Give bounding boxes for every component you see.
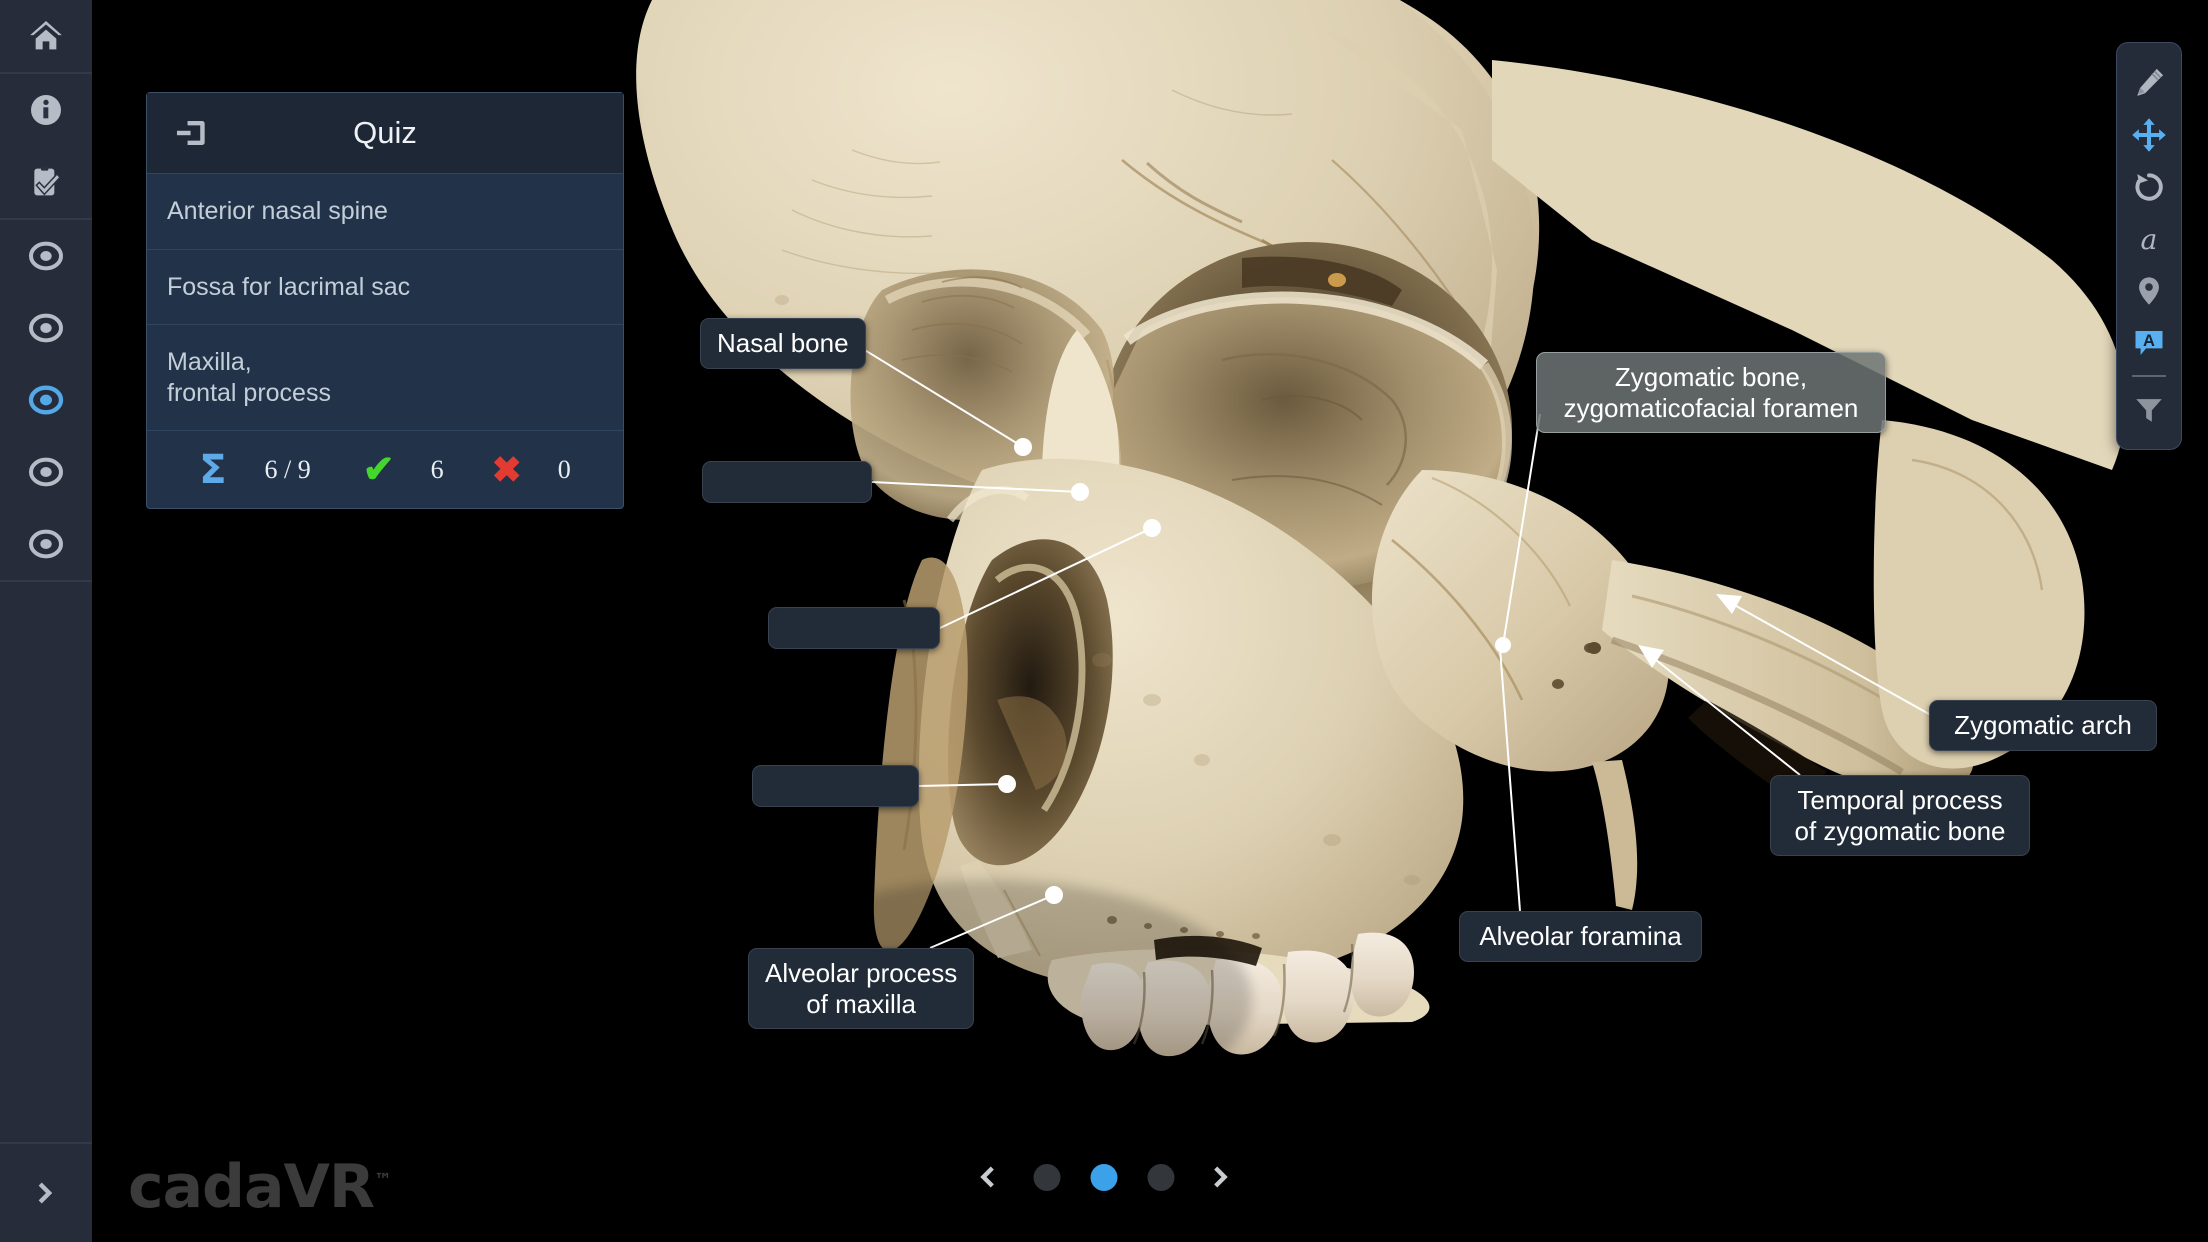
anatomy-label-nasal-bone[interactable]: Nasal bone [700, 318, 866, 369]
app-logo-text: cadaVR [128, 1152, 375, 1222]
pagination-dot[interactable] [1033, 1163, 1061, 1191]
sidebar-item-layer-5[interactable] [0, 508, 92, 580]
sidebar-item-layer-1[interactable] [0, 220, 92, 292]
sidebar-group-info [0, 74, 92, 220]
right-toolbar: a A [2116, 42, 2182, 450]
pagination-dot[interactable] [1147, 1163, 1175, 1191]
wrong-count: 0 [557, 454, 571, 484]
app-logo: cadaVR™ [128, 1152, 392, 1222]
location-pin-icon [2139, 277, 2159, 305]
sidebar-group-home [0, 0, 92, 74]
toolbar-divider [2132, 375, 2166, 377]
radio-circle-icon [29, 457, 63, 487]
sidebar-item-layer-3[interactable] [0, 364, 92, 436]
rotate-icon [2135, 173, 2163, 201]
quiz-item[interactable]: Anterior nasal spine [147, 173, 623, 249]
exit-icon[interactable] [173, 114, 211, 152]
total-sigma-icon: Σ [199, 446, 227, 493]
toolbar-move-button[interactable] [2117, 109, 2181, 161]
quiz-panel: Quiz Anterior nasal spine Fossa for lacr… [146, 92, 624, 509]
toolbar-italic-a-button[interactable]: a [2117, 213, 2181, 265]
toolbar-label-button[interactable]: A [2117, 317, 2181, 369]
quiz-item[interactable]: Fossa for lacrimal sac [147, 248, 623, 325]
chevron-right-icon[interactable] [1205, 1160, 1239, 1194]
quiz-panel-header: Quiz [147, 93, 623, 173]
correct-count: 6 [430, 454, 444, 484]
sidebar-item-layer-2[interactable] [0, 292, 92, 364]
sidebar-expand-button[interactable] [0, 1142, 92, 1242]
quiz-title: Quiz [353, 115, 417, 150]
chevron-left-icon[interactable] [970, 1160, 1004, 1194]
radio-circle-icon [29, 529, 63, 559]
anatomy-label-alveolar-process[interactable]: Alveolar process of maxilla [748, 948, 975, 1030]
anatomy-label-empty-3[interactable] [752, 765, 919, 807]
toolbar-pencil-button[interactable] [2117, 57, 2181, 109]
quiz-item[interactable]: Maxilla, frontal process [147, 324, 623, 430]
toolbar-filter-button[interactable] [2117, 383, 2181, 435]
italic-a-icon: a [2141, 223, 2158, 256]
chevron-right-icon [38, 1182, 53, 1204]
sidebar-item-info[interactable] [0, 74, 92, 146]
clipboard-check-icon [34, 166, 62, 196]
sidebar-group-layers [0, 220, 92, 582]
quiz-score-row: Σ 6 / 9 ✔ 6 ✖ 0 [147, 430, 623, 508]
sidebar-item-home[interactable] [0, 0, 92, 72]
sidebar-item-layer-4[interactable] [0, 436, 92, 508]
anatomy-label-temporal-process[interactable]: Temporal process of zygomatic bone [1770, 775, 2030, 857]
info-icon [31, 95, 61, 125]
label-a-icon: A [2135, 331, 2163, 355]
wrong-cross-icon: ✖ [491, 448, 522, 490]
trademark-mark: ™ [374, 1170, 392, 1191]
svg-text:A: A [2143, 332, 2155, 350]
correct-check-icon: ✔ [362, 449, 395, 491]
anatomy-label-zygomatic-bone-foramen[interactable]: Zygomatic bone, zygomaticofacial foramen [1536, 352, 1886, 434]
anatomy-label-alveolar-foramina[interactable]: Alveolar foramina [1459, 911, 1702, 962]
home-icon [30, 21, 62, 50]
pencil-icon [2137, 68, 2164, 96]
radio-circle-icon [29, 241, 63, 271]
left-sidebar [0, 0, 92, 1242]
svg-text:a: a [2141, 223, 2158, 256]
toolbar-pin-button[interactable] [2117, 265, 2181, 317]
anatomy-label-zygomatic-arch[interactable]: Zygomatic arch [1929, 700, 2157, 751]
sidebar-item-quiz-list[interactable] [0, 146, 92, 218]
pagination [970, 1160, 1239, 1194]
toolbar-rotate-button[interactable] [2117, 161, 2181, 213]
filter-icon [2136, 399, 2162, 422]
move-icon [2132, 118, 2166, 152]
radio-circle-icon [29, 313, 63, 343]
anatomy-label-empty-2[interactable] [768, 607, 940, 649]
total-count: 6 / 9 [264, 454, 311, 484]
pagination-dot-active[interactable] [1090, 1163, 1118, 1191]
anatomy-label-empty-1[interactable] [702, 461, 872, 503]
radio-circle-icon [28, 385, 64, 415]
cadavr-app: Nasal bone Zygomatic bone, zygomaticofaci… [0, 0, 2208, 1242]
